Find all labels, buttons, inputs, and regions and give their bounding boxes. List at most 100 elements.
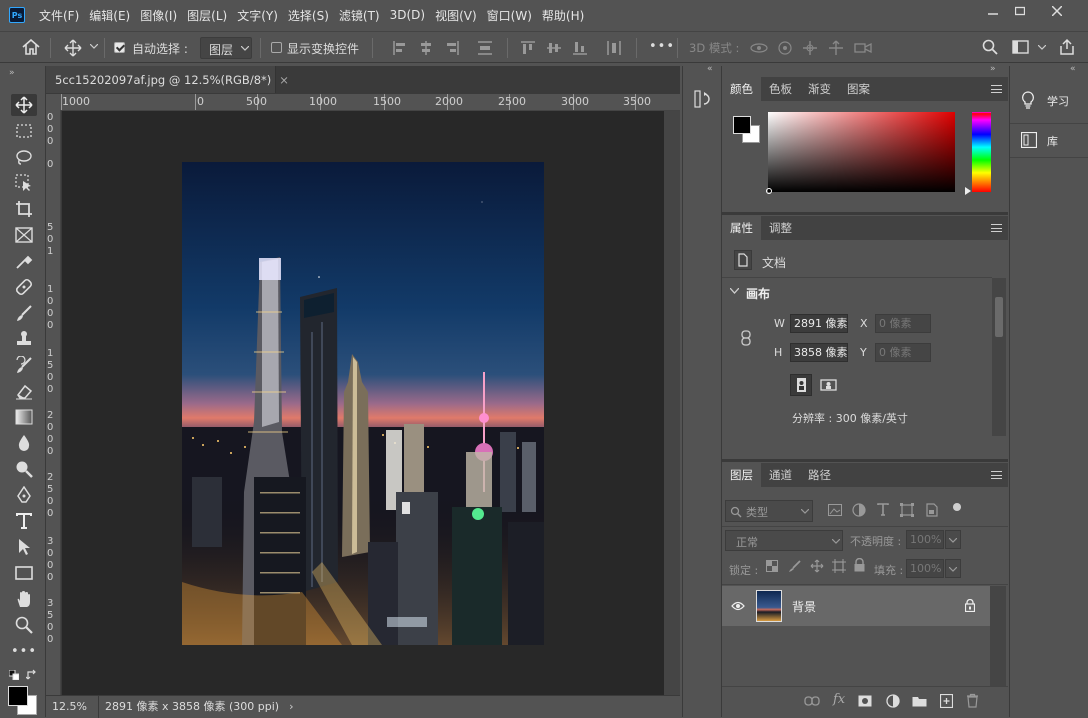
move-tool-icon[interactable] <box>64 39 82 57</box>
width-input[interactable]: 2891 像素 <box>790 314 848 333</box>
filter-pixel-icon[interactable] <box>828 504 842 516</box>
menu-file[interactable]: 文件(F) <box>39 7 79 24</box>
3d-roll-icon[interactable] <box>777 40 793 56</box>
document-tab[interactable]: 5cc15202097af.jpg @ 12.5%(RGB/8*) × <box>46 66 289 93</box>
brush-tool[interactable] <box>11 302 37 324</box>
filter-toggle-icon[interactable] <box>953 503 961 511</box>
align-top-icon[interactable] <box>520 40 536 56</box>
fill-input[interactable]: 100% <box>906 559 944 578</box>
collapse-toolbar-icon[interactable]: » <box>9 68 15 78</box>
object-select-tool[interactable] <box>11 172 37 194</box>
opacity-dropdown-button[interactable] <box>945 530 961 549</box>
path-select-tool[interactable] <box>11 536 37 558</box>
filter-type-icon[interactable] <box>877 503 889 516</box>
tab-color[interactable]: 颜色 <box>722 77 761 101</box>
blend-mode-dropdown[interactable]: 正常 <box>725 530 843 551</box>
more-options-button[interactable]: ••• <box>649 39 675 54</box>
swap-colors-icon[interactable] <box>26 669 38 681</box>
collapse-dock-icon[interactable]: » <box>990 64 996 74</box>
more-tools-icon[interactable]: ••• <box>11 640 37 662</box>
panel-fg-color-swatch[interactable] <box>733 116 751 134</box>
tab-patterns[interactable]: 图案 <box>839 77 878 101</box>
auto-select-checkbox[interactable] <box>114 42 125 53</box>
status-menu-arrow[interactable]: › <box>289 700 293 713</box>
library-panel-button[interactable]: 库 <box>1010 126 1088 156</box>
eraser-tool[interactable] <box>11 380 37 402</box>
blur-tool[interactable] <box>11 432 37 454</box>
color-picker-handle[interactable] <box>766 188 772 194</box>
layer-name[interactable]: 背景 <box>792 598 816 615</box>
new-group-icon[interactable] <box>912 695 927 707</box>
layer-row[interactable]: 背景 <box>722 586 990 626</box>
learn-panel-button[interactable]: 学习 <box>1010 78 1088 122</box>
hue-slider-handle[interactable] <box>965 187 971 195</box>
history-panel-icon[interactable] <box>694 90 712 108</box>
opacity-input[interactable]: 100% <box>906 530 944 549</box>
align-right-icon[interactable] <box>444 40 460 56</box>
tab-paths[interactable]: 路径 <box>800 463 839 487</box>
3d-orbit-icon[interactable] <box>750 40 768 56</box>
history-brush-tool[interactable] <box>11 354 37 376</box>
panel-menu-icon[interactable] <box>991 471 1002 479</box>
tab-swatches[interactable]: 色板 <box>761 77 800 101</box>
healing-brush-tool[interactable] <box>11 276 37 298</box>
frame-tool[interactable] <box>11 224 37 246</box>
vertical-scrollbar[interactable] <box>664 111 680 695</box>
dodge-tool[interactable] <box>11 458 37 480</box>
menu-3d[interactable]: 3D(D) <box>390 8 425 22</box>
type-tool[interactable] <box>11 510 37 532</box>
show-transform-checkbox[interactable] <box>271 42 282 53</box>
menu-filter[interactable]: 滤镜(T) <box>339 7 380 24</box>
color-spectrum-field[interactable] <box>768 112 955 192</box>
adjustment-layer-icon[interactable] <box>886 694 900 708</box>
height-input[interactable]: 3858 像素 <box>790 343 848 362</box>
move-tool[interactable] <box>11 94 37 116</box>
filter-shape-icon[interactable] <box>900 503 914 517</box>
home-icon[interactable] <box>22 39 40 55</box>
lasso-tool[interactable] <box>11 146 37 168</box>
3d-camera-icon[interactable] <box>854 40 872 56</box>
collapse-strip-icon[interactable]: « <box>707 64 713 74</box>
portrait-orientation-button[interactable] <box>790 374 812 396</box>
align-left-icon[interactable] <box>392 40 408 56</box>
menu-image[interactable]: 图像(I) <box>140 7 177 24</box>
hue-slider[interactable] <box>972 112 991 192</box>
new-layer-icon[interactable] <box>940 694 953 708</box>
y-input[interactable]: 0 像素 <box>875 343 931 362</box>
lock-artboard-icon[interactable] <box>832 559 846 573</box>
eyedropper-tool[interactable] <box>11 250 37 272</box>
chevron-down-icon[interactable] <box>730 288 739 294</box>
layer-filter-dropdown[interactable]: 类型 <box>725 500 813 522</box>
document-image[interactable] <box>182 162 544 645</box>
align-vcenter-icon[interactable] <box>546 40 562 56</box>
default-colors-icon[interactable] <box>9 670 19 680</box>
tab-layers[interactable]: 图层 <box>722 463 761 487</box>
gradient-tool[interactable] <box>11 406 37 428</box>
panel-menu-icon[interactable] <box>991 85 1002 93</box>
clone-stamp-tool[interactable] <box>11 328 37 350</box>
share-icon[interactable] <box>1058 38 1076 56</box>
align-hcenter-icon[interactable] <box>418 40 434 56</box>
menu-edit[interactable]: 编辑(E) <box>89 7 130 24</box>
landscape-orientation-button[interactable] <box>818 376 838 394</box>
layers-scrollbar[interactable] <box>990 586 1006 686</box>
3d-slide-icon[interactable] <box>828 40 844 56</box>
distribute-vertical-icon[interactable] <box>477 40 493 56</box>
fill-dropdown-button[interactable] <box>945 559 961 578</box>
tab-channels[interactable]: 通道 <box>761 463 800 487</box>
maximize-button[interactable] <box>1003 0 1037 22</box>
workspace-icon[interactable] <box>1012 40 1030 55</box>
zoom-level[interactable]: 12.5% <box>52 700 96 713</box>
menu-help[interactable]: 帮助(H) <box>542 7 584 24</box>
menu-type[interactable]: 文字(Y) <box>237 7 278 24</box>
distribute-horizontal-icon[interactable] <box>606 40 622 56</box>
chevron-down-icon[interactable] <box>90 44 98 50</box>
eye-icon[interactable] <box>731 601 745 611</box>
3d-pan-icon[interactable] <box>802 40 818 56</box>
trash-icon[interactable] <box>966 693 979 708</box>
search-icon[interactable] <box>982 39 998 55</box>
menu-layer[interactable]: 图层(L) <box>187 7 227 24</box>
link-icon[interactable] <box>741 330 751 346</box>
rectangle-tool[interactable] <box>11 562 37 584</box>
marquee-tool[interactable] <box>11 120 37 142</box>
